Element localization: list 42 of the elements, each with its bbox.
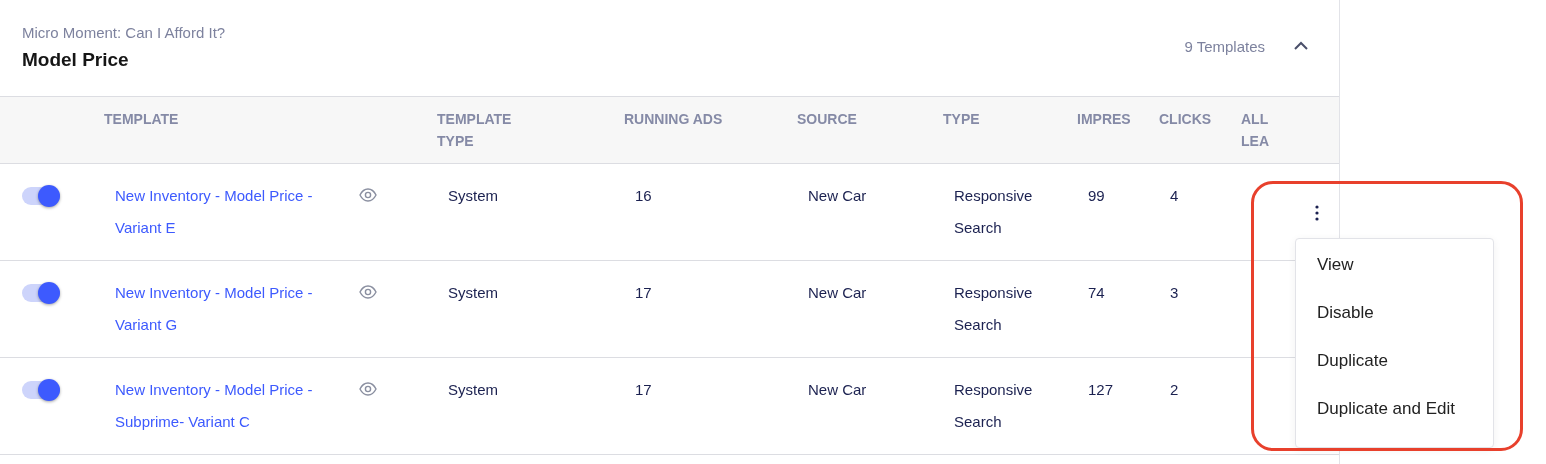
column-header: SOURCE xyxy=(797,110,857,129)
table-cell: System xyxy=(448,381,498,398)
template-link[interactable]: New Inventory - Model Price - Variant E xyxy=(115,180,345,260)
column-header: RUNNING ADS xyxy=(624,110,723,129)
template-link[interactable]: New Inventory - Model Price - Variant G xyxy=(115,277,345,357)
toggle-switch[interactable] xyxy=(22,284,60,302)
table-cell: 127 xyxy=(1088,381,1114,398)
column-header: TEMPLATE xyxy=(104,110,179,129)
section-title: Model Price xyxy=(22,48,130,72)
table-cell-text: Responsive Search xyxy=(954,186,1034,238)
table-cell: 99 xyxy=(1088,187,1105,204)
column-header: IMPRES xyxy=(1077,110,1131,129)
table-cell: New Car xyxy=(808,284,867,301)
table-cell: 16 xyxy=(635,187,652,204)
eye-icon[interactable] xyxy=(359,188,377,202)
menu-item[interactable]: View xyxy=(1296,247,1493,295)
column-header: TYPE xyxy=(943,110,980,129)
table-cell: System xyxy=(448,187,498,204)
menu-item[interactable]: Duplicate and Edit xyxy=(1296,391,1493,439)
table-cell: 17 xyxy=(635,284,652,301)
table-cell-text: Responsive Search xyxy=(954,283,1034,335)
template-link[interactable]: New Inventory - Model Price - Subprime- Variant C xyxy=(115,374,345,454)
menu-item[interactable]: Duplicate xyxy=(1296,343,1493,391)
toggle-switch[interactable] xyxy=(22,187,60,205)
column-header: TEMPLATE TYPE xyxy=(437,110,513,151)
table-cell: System xyxy=(448,284,498,301)
table-cell: 74 xyxy=(1088,284,1105,301)
table-cell: New Car xyxy=(808,187,867,204)
section-subtitle: Micro Moment: Can I Afford It? xyxy=(22,23,227,43)
table-cell: 17 xyxy=(635,381,652,398)
eye-icon[interactable] xyxy=(359,382,377,396)
toggle-switch[interactable] xyxy=(22,381,60,399)
table-cell: New Car xyxy=(808,381,867,398)
table-cell-text: Responsive Search xyxy=(954,380,1034,432)
table-cell: 3 xyxy=(1170,284,1179,301)
menu-item[interactable]: Disable xyxy=(1296,295,1493,343)
table-cell: 2 xyxy=(1170,381,1179,398)
table-cell: 4 xyxy=(1170,187,1179,204)
column-header: ALL LEA xyxy=(1241,110,1270,151)
template-count: 9 Templates xyxy=(1184,37,1265,57)
eye-icon[interactable] xyxy=(359,285,377,299)
column-header: CLICKS xyxy=(1159,110,1212,129)
